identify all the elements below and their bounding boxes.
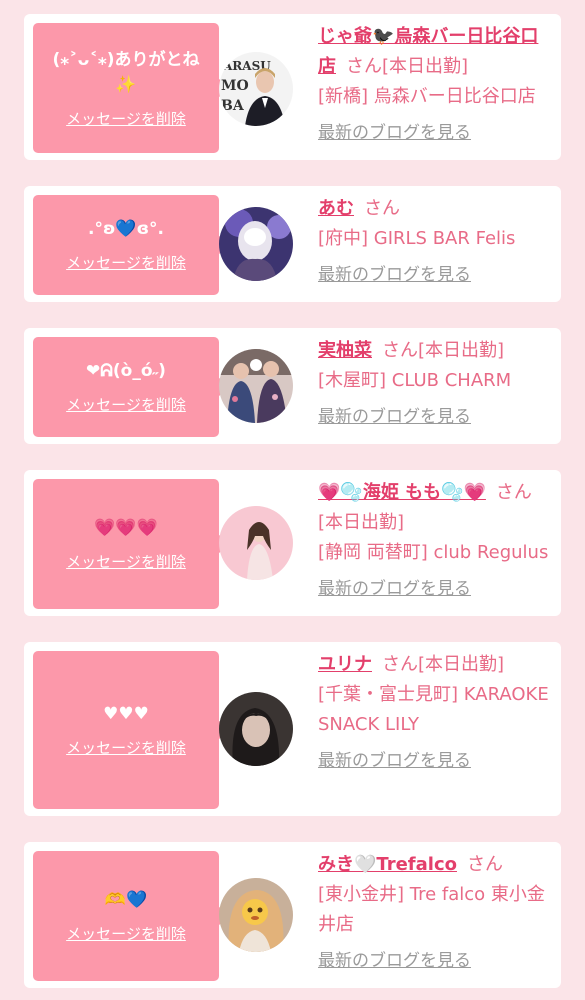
shop-name: [新橋] 烏森バー日比谷口店 xyxy=(318,86,536,107)
avatar[interactable] xyxy=(219,207,293,281)
blurred-face-avatar xyxy=(219,207,293,281)
cast-info: ユリナ さん[本日出勤] [千葉・富士見町] KARAOKE SNACK LILY… xyxy=(318,650,556,776)
message-card: .°ʚ💙ɞ°. メッセージを削除 あむ さん [府中] GIRLS BAR Fel… xyxy=(24,186,561,302)
honorific: さん xyxy=(364,198,400,219)
avatar[interactable] xyxy=(219,692,293,766)
delete-message-link[interactable]: メッセージを削除 xyxy=(66,252,186,273)
cast-name-link[interactable]: みき🤍Trefalco xyxy=(318,854,457,875)
cast-info: みき🤍Trefalco さん [東小金井] Tre falco 東小金井店 最新の… xyxy=(318,850,556,976)
latest-blog-link[interactable]: 最新のブログを見る xyxy=(318,946,556,976)
emoji-face-avatar xyxy=(219,878,293,952)
message-bubble: 💗💗💗 メッセージを削除 xyxy=(33,479,231,609)
message-bubble: (⁎˃ᴗ˂⁎)ありがとね ✨ メッセージを削除 xyxy=(33,23,231,153)
shop-name: [東小金井] Tre falco 東小金井店 xyxy=(318,884,545,935)
honorific: さん xyxy=(495,482,532,503)
cast-name-link[interactable]: あむ xyxy=(318,198,354,219)
avatar[interactable] xyxy=(219,506,293,580)
message-card: 🫶💙 メッセージを削除 みき🤍Trefalco さん [東小金井] Tre fal… xyxy=(24,842,561,988)
honorific: さん xyxy=(382,340,418,361)
message-text: ❤︎ᕱ(ò_ó˶) xyxy=(86,361,166,381)
status-badge: [本日出勤] xyxy=(382,56,469,77)
status-badge: [本日出勤] xyxy=(318,512,405,533)
cast-info: 💗🫧海姫 もも🫧💗 さん[本日出勤] [静岡 両替町] club Regulus … xyxy=(318,478,556,604)
honorific: さん xyxy=(466,854,503,875)
cast-name-link[interactable]: ユリナ xyxy=(318,654,372,675)
message-bubble: ❤︎ᕱ(ò_ó˶) メッセージを削除 xyxy=(33,337,231,437)
svg-text:MO: MO xyxy=(221,78,249,94)
avatar[interactable]: ARASU MO BA xyxy=(219,52,293,126)
status-badge: [本日出勤] xyxy=(418,654,505,675)
message-card: (⁎˃ᴗ˂⁎)ありがとね ✨ メッセージを削除 ARASU MO BA じゃ爺🐦… xyxy=(24,14,561,160)
cast-info: あむ さん [府中] GIRLS BAR Felis 最新のブログを見る xyxy=(318,194,556,290)
latest-blog-link[interactable]: 最新のブログを見る xyxy=(318,746,556,776)
latest-blog-link[interactable]: 最新のブログを見る xyxy=(318,574,556,604)
message-bubble: 🫶💙 メッセージを削除 xyxy=(33,851,231,981)
cast-name-link[interactable]: 💗🫧海姫 もも🫧💗 xyxy=(318,482,486,503)
shop-name: [静岡 両替町] club Regulus xyxy=(318,542,549,563)
message-bubble: .°ʚ💙ɞ°. メッセージを削除 xyxy=(33,195,231,295)
delete-message-link[interactable]: メッセージを削除 xyxy=(66,737,186,758)
avatar[interactable] xyxy=(219,878,293,952)
cast-info: 実柚菜 さん[本日出勤] [木屋町] CLUB CHARM 最新のブログを見る xyxy=(318,336,556,432)
delete-message-link[interactable]: メッセージを削除 xyxy=(66,108,186,129)
cast-name-link[interactable]: 実柚菜 xyxy=(318,340,372,361)
shop-name: [府中] GIRLS BAR Felis xyxy=(318,228,516,249)
shop-name: [木屋町] CLUB CHARM xyxy=(318,370,512,391)
yukata-group-avatar xyxy=(219,349,293,423)
message-text: ♥♥♥ xyxy=(103,704,149,724)
message-card: ❤︎ᕱ(ò_ó˶) メッセージを削除 実柚菜 さん[本日出勤] [木屋町] CLU… xyxy=(24,328,561,444)
delete-message-link[interactable]: メッセージを削除 xyxy=(66,923,186,944)
svg-text:BA: BA xyxy=(221,98,245,114)
delete-message-link[interactable]: メッセージを削除 xyxy=(66,551,186,572)
message-card: ♥♥♥ メッセージを削除 ユリナ さん[本日出勤] [千葉・富士見町] KARAO… xyxy=(24,642,561,816)
latest-blog-link[interactable]: 最新のブログを見る xyxy=(318,118,556,148)
message-text: (⁎˃ᴗ˂⁎)ありがとね ✨ xyxy=(52,49,200,95)
message-text: .°ʚ💙ɞ°. xyxy=(88,219,164,239)
delete-message-link[interactable]: メッセージを削除 xyxy=(66,394,186,415)
avatar[interactable] xyxy=(219,349,293,423)
honorific: さん xyxy=(382,654,418,675)
status-badge: [本日出勤] xyxy=(418,340,505,361)
shop-name: [千葉・富士見町] KARAOKE SNACK LILY xyxy=(318,684,549,735)
message-text: 🫶💙 xyxy=(104,890,148,910)
latest-blog-link[interactable]: 最新のブログを見る xyxy=(318,260,556,290)
dark-portrait-avatar xyxy=(219,692,293,766)
cast-info: じゃ爺🐦‍⬛烏森バー日比谷口店 さん[本日出勤] [新橋] 烏森バー日比谷口店 最… xyxy=(318,22,556,148)
message-card: 💗💗💗 メッセージを削除 💗🫧海姫 もも🫧💗 さん [本日出勤] [静岡 両替町] … xyxy=(24,470,561,616)
message-bubble: ♥♥♥ メッセージを削除 xyxy=(33,651,231,809)
message-list: (⁎˃ᴗ˂⁎)ありがとね ✨ メッセージを削除 ARASU MO BA じゃ爺🐦… xyxy=(0,0,585,1000)
honorific: さん xyxy=(346,56,382,77)
latest-blog-link[interactable]: 最新のブログを見る xyxy=(318,402,556,432)
shop-logo-man-avatar: ARASU MO BA xyxy=(219,52,293,126)
message-text: 💗💗💗 xyxy=(94,518,158,538)
pink-dress-avatar xyxy=(219,506,293,580)
